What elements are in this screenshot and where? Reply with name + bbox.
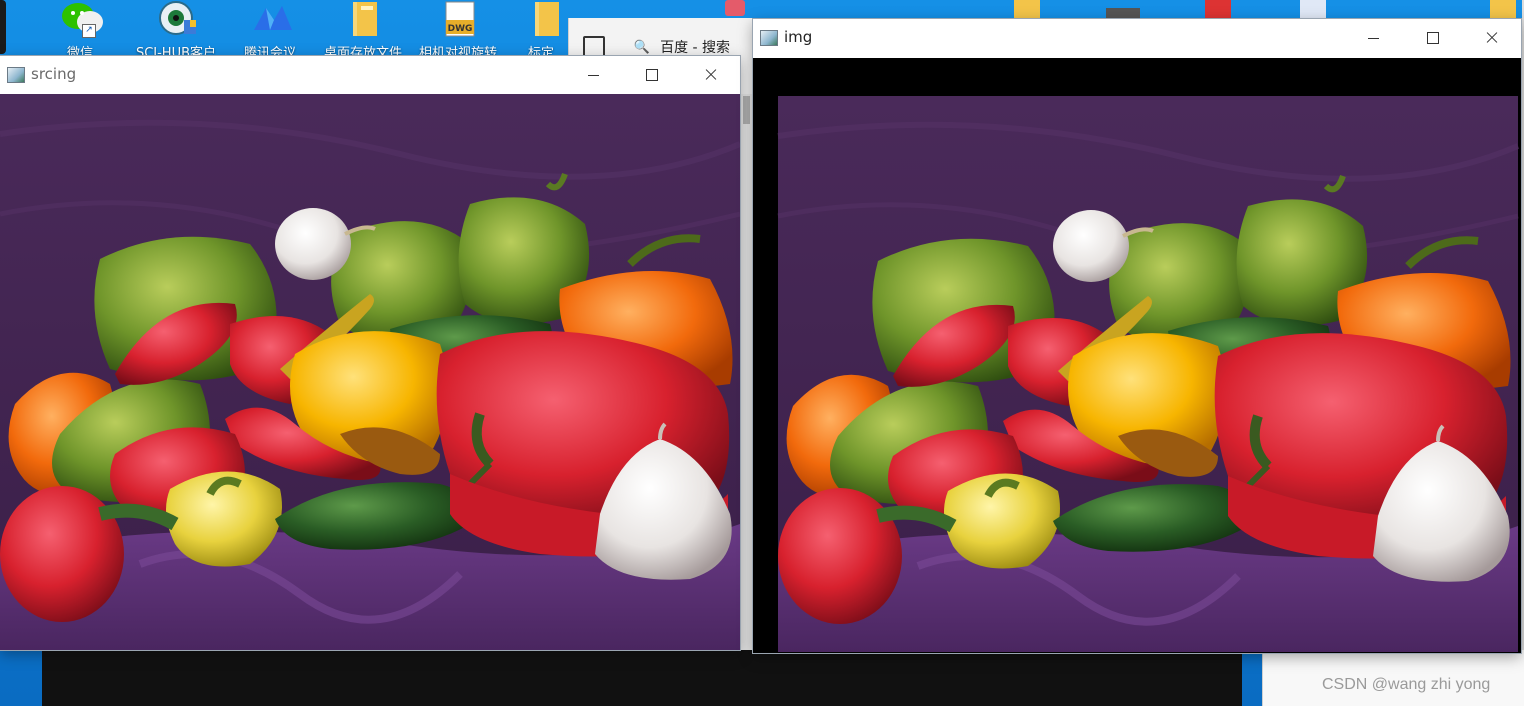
minimize-button[interactable] <box>1345 19 1403 57</box>
browser-tab-title: 百度 - 搜索 <box>660 40 731 56</box>
window-title: img <box>784 28 813 46</box>
wechat-icon: ↗ <box>60 0 103 38</box>
folder-icon <box>521 0 561 38</box>
close-button[interactable] <box>682 56 740 94</box>
app-icon[interactable] <box>1205 0 1231 18</box>
title-bar[interactable]: img <box>753 19 1521 58</box>
desktop-icon-folder[interactable]: 桌面存放文件 <box>318 0 408 61</box>
peppers-image <box>0 94 740 650</box>
tencent-meeting-icon <box>250 0 292 38</box>
scihub-icon <box>156 0 196 38</box>
dwg-badge: DWG <box>448 24 473 34</box>
desktop-icon-calibration-folder[interactable]: 标定 <box>515 0 567 58</box>
pdf-app-icon[interactable] <box>725 0 745 16</box>
tab-actions-icon[interactable] <box>583 36 605 58</box>
search-icon: 🔍 <box>633 39 650 55</box>
maximize-button[interactable] <box>1404 19 1462 57</box>
watermark-text: CSDN @wang zhi yong <box>1322 676 1491 693</box>
scrollbar-thumb[interactable] <box>743 96 750 124</box>
image-display-area[interactable] <box>0 94 740 650</box>
desktop-icon-tencent-meeting[interactable]: 腾讯会议 <box>225 0 315 61</box>
minimize-button[interactable] <box>565 56 623 94</box>
background-dark-panel <box>42 650 1242 706</box>
app-icon[interactable] <box>1106 8 1140 18</box>
close-button[interactable] <box>1463 19 1521 57</box>
shifted-peppers-image <box>753 58 1521 653</box>
desktop-icon-dwg[interactable]: DWG 相机对视旋转 <box>413 0 503 61</box>
desktop-icon-wechat[interactable]: ↗ 微信 <box>35 0 125 61</box>
image-window-srcing[interactable]: srcing <box>0 56 740 650</box>
dwg-file-icon: DWG <box>438 0 478 38</box>
browser-tab[interactable]: 🔍 百度 - 搜索 <box>583 36 743 58</box>
folder-icon[interactable] <box>1490 0 1516 18</box>
maximize-button[interactable] <box>623 56 681 94</box>
taskbar-edge <box>0 0 6 54</box>
scrollbar[interactable] <box>741 94 752 650</box>
window-title: srcing <box>31 65 77 83</box>
opencv-window-icon <box>760 30 778 46</box>
document-icon[interactable] <box>1300 0 1326 18</box>
image-window-img[interactable]: img <box>753 19 1521 653</box>
opencv-window-icon <box>7 67 25 83</box>
title-bar[interactable]: srcing <box>0 56 740 94</box>
folder-icon[interactable] <box>1014 0 1040 18</box>
image-display-area[interactable] <box>753 58 1521 653</box>
desktop-icon-scihub[interactable]: SCI-HUB客户 <box>128 0 224 61</box>
folder-icon <box>343 0 383 38</box>
shortcut-arrow-icon: ↗ <box>82 24 96 38</box>
